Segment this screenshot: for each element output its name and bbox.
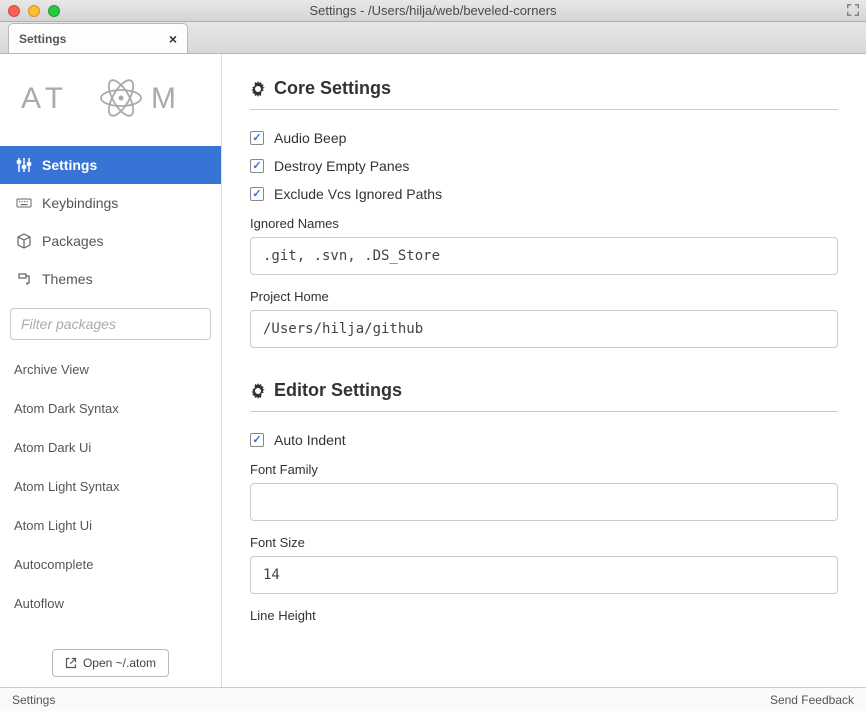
- destroy-empty-panes-checkbox[interactable]: [250, 159, 264, 173]
- package-list[interactable]: Archive View Atom Dark Syntax Atom Dark …: [0, 350, 221, 643]
- fullscreen-icon: [846, 3, 860, 17]
- statusbar-left: Settings: [12, 693, 55, 707]
- close-window-button[interactable]: [8, 5, 20, 17]
- package-item[interactable]: Atom Dark Ui: [0, 428, 221, 467]
- svg-text:AT: AT: [21, 82, 69, 115]
- auto-indent-checkbox[interactable]: [250, 433, 264, 447]
- sidebar-item-label: Settings: [42, 157, 97, 173]
- titlebar: Settings - /Users/hilja/web/beveled-corn…: [0, 0, 866, 22]
- gear-icon: [250, 383, 266, 399]
- package-icon: [16, 233, 32, 249]
- core-settings-header: Core Settings: [250, 78, 838, 110]
- svg-text:M: M: [151, 82, 182, 115]
- external-link-icon: [65, 657, 77, 669]
- paint-icon: [16, 271, 32, 287]
- keyboard-icon: [16, 195, 32, 211]
- project-home-label: Project Home: [250, 289, 838, 304]
- audio-beep-label: Audio Beep: [274, 130, 346, 146]
- project-home-input[interactable]: [250, 310, 838, 348]
- ignored-names-label: Ignored Names: [250, 216, 838, 231]
- package-item[interactable]: Autocomplete: [0, 545, 221, 584]
- tab-settings[interactable]: Settings ×: [8, 23, 188, 53]
- font-size-input[interactable]: [250, 556, 838, 594]
- fullscreen-button[interactable]: [846, 3, 860, 20]
- open-atom-folder-button[interactable]: Open ~/.atom: [52, 649, 169, 677]
- editor-settings-title: Editor Settings: [274, 380, 402, 401]
- package-item[interactable]: Atom Dark Syntax: [0, 389, 221, 428]
- send-feedback-link[interactable]: Send Feedback: [770, 693, 854, 707]
- auto-indent-label: Auto Indent: [274, 432, 346, 448]
- sliders-icon: [16, 157, 32, 173]
- font-family-label: Font Family: [250, 462, 838, 477]
- line-height-label: Line Height: [250, 608, 838, 623]
- filter-packages-input[interactable]: [10, 308, 211, 340]
- exclude-vcs-label: Exclude Vcs Ignored Paths: [274, 186, 442, 202]
- sidebar-item-settings[interactable]: Settings: [0, 146, 221, 184]
- window-title: Settings - /Users/hilja/web/beveled-corn…: [0, 3, 866, 18]
- sidebar-item-keybindings[interactable]: Keybindings: [0, 184, 221, 222]
- sidebar-item-themes[interactable]: Themes: [0, 260, 221, 298]
- zoom-window-button[interactable]: [48, 5, 60, 17]
- traffic-lights: [0, 5, 60, 17]
- editor-settings-header: Editor Settings: [250, 380, 838, 412]
- minimize-window-button[interactable]: [28, 5, 40, 17]
- package-item[interactable]: Atom Light Syntax: [0, 467, 221, 506]
- destroy-empty-panes-label: Destroy Empty Panes: [274, 158, 409, 174]
- font-size-label: Font Size: [250, 535, 838, 550]
- sidebar-item-label: Keybindings: [42, 195, 118, 211]
- tab-label: Settings: [19, 32, 66, 46]
- gear-icon: [250, 81, 266, 97]
- sidebar-item-packages[interactable]: Packages: [0, 222, 221, 260]
- sidebar-item-label: Themes: [42, 271, 93, 287]
- package-item[interactable]: Atom Light Ui: [0, 506, 221, 545]
- package-item[interactable]: Archive View: [0, 350, 221, 389]
- settings-content[interactable]: Core Settings Audio Beep Destroy Empty P…: [222, 54, 866, 687]
- atom-logo: AT M: [0, 54, 221, 146]
- audio-beep-checkbox[interactable]: [250, 131, 264, 145]
- exclude-vcs-checkbox[interactable]: [250, 187, 264, 201]
- ignored-names-input[interactable]: [250, 237, 838, 275]
- package-item[interactable]: Autoflow: [0, 584, 221, 623]
- tab-close-button[interactable]: ×: [169, 31, 177, 47]
- sidebar: AT M Settings Keybind: [0, 54, 222, 687]
- statusbar: Settings Send Feedback: [0, 687, 866, 711]
- sidebar-item-label: Packages: [42, 233, 103, 249]
- tabbar: Settings ×: [0, 22, 866, 54]
- font-family-input[interactable]: [250, 483, 838, 521]
- core-settings-title: Core Settings: [274, 78, 391, 99]
- open-atom-label: Open ~/.atom: [83, 656, 156, 670]
